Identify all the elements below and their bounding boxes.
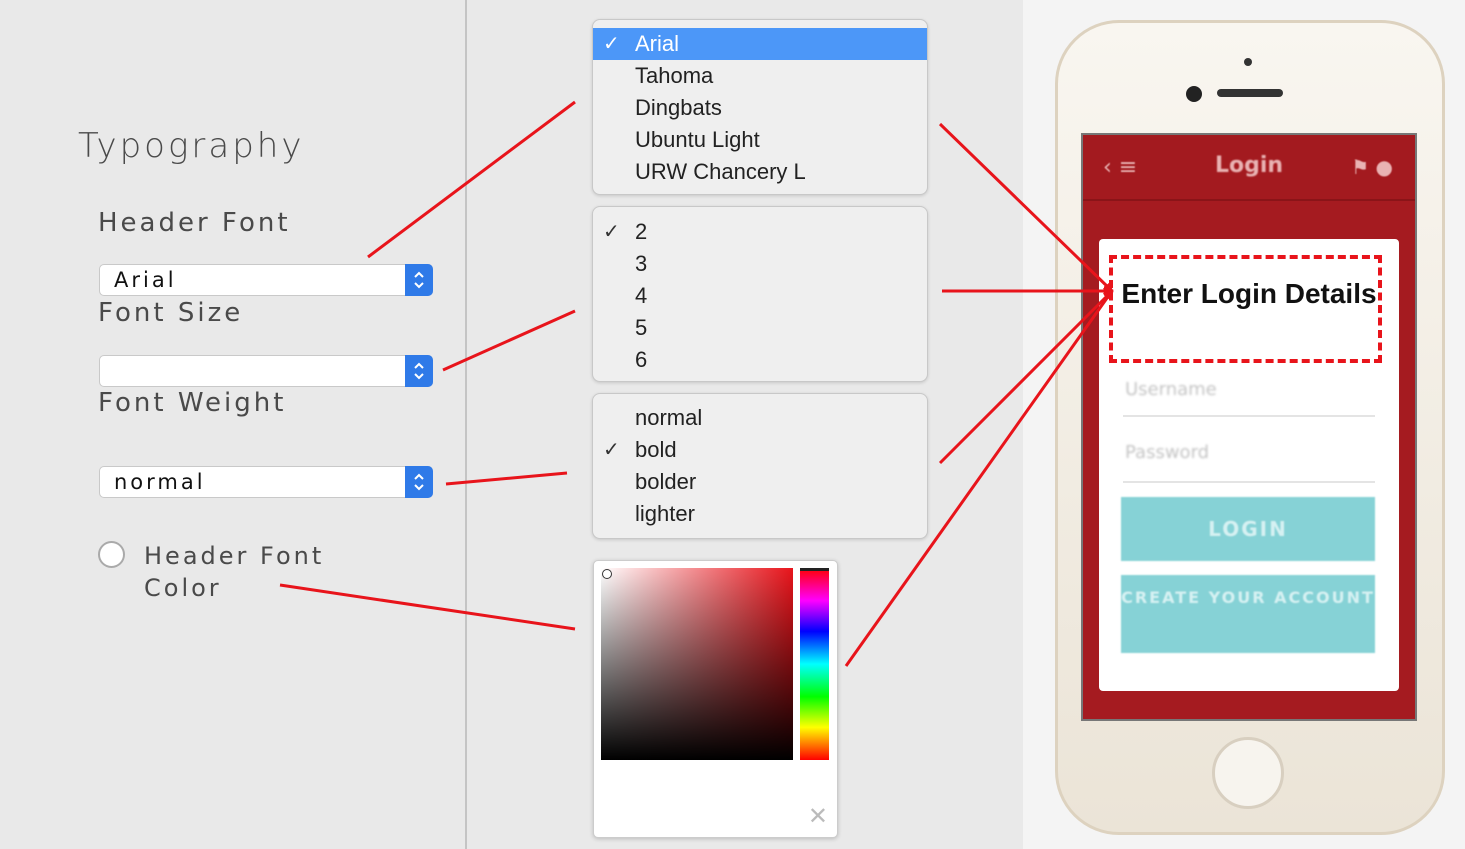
connector-line: [442, 309, 576, 372]
connector-line: [279, 583, 576, 631]
connector-line: [367, 100, 576, 259]
arrow-line: [844, 289, 1114, 667]
annotation-arrows: [279, 100, 1114, 667]
connector-line: [445, 471, 568, 486]
arrow-line: [938, 122, 1114, 293]
arrow-line: [938, 289, 1114, 465]
